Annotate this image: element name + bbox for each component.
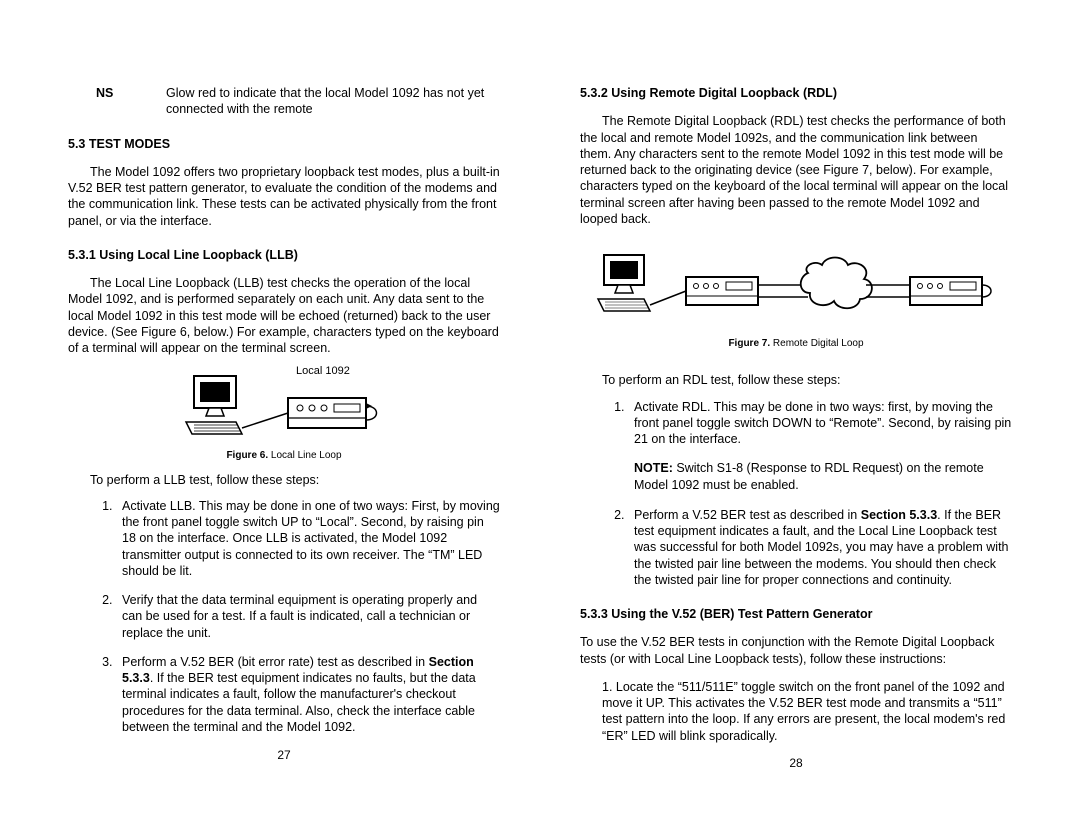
sec-5-3-3-step1: 1. Locate the “511/511E” toggle switch o… <box>602 679 1012 744</box>
figure-7-caption-bold: Figure 7. <box>728 338 770 349</box>
step2-a: Perform a V.52 BER test as described in <box>634 508 861 522</box>
sec-5-3-2-heading: 5.3.2 Using Remote Digital Loopback (RDL… <box>580 85 1012 101</box>
right-page: 5.3.2 Using Remote Digital Loopback (RDL… <box>580 85 1012 771</box>
page-spread: NS Glow red to indicate that the local M… <box>0 0 1080 791</box>
ns-row: NS Glow red to indicate that the local M… <box>68 85 500 118</box>
figure-7-caption-rest: Remote Digital Loop <box>770 338 863 349</box>
sec-5-3-3-para: To use the V.52 BER tests in conjunction… <box>580 634 1012 667</box>
ns-text: Glow red to indicate that the local Mode… <box>166 85 500 118</box>
llb-steps-list: Activate LLB. This may be done in one of… <box>94 498 500 735</box>
llb-steps-intro: To perform a LLB test, follow these step… <box>90 472 500 488</box>
figure-6-caption-rest: Local Line Loop <box>268 450 341 461</box>
figure-6: Local 1092 <box>68 368 500 461</box>
ns-label: NS <box>68 85 166 118</box>
sec-5-3-3-heading: 5.3.3 Using the V.52 (BER) Test Pattern … <box>580 606 1012 622</box>
sec-5-3-para: The Model 1092 offers two proprietary lo… <box>68 164 500 229</box>
sec-5-3-1-heading: 5.3.1 Using Local Line Loopback (LLB) <box>68 247 500 263</box>
list-item: Verify that the data terminal equipment … <box>116 592 500 641</box>
rdl-steps-list: Activate RDL. This may be done in two wa… <box>606 399 1012 448</box>
page-number-right: 28 <box>580 756 1012 772</box>
step2-b: Section 5.3.3 <box>861 508 937 522</box>
figure-6-caption-bold: Figure 6. <box>226 450 268 461</box>
rdl-steps-list-2: Perform a V.52 BER test as described in … <box>606 507 1012 588</box>
rdl-steps-intro: To perform an RDL test, follow these ste… <box>602 372 1012 388</box>
figure-7-caption: Figure 7. Remote Digital Loop <box>580 337 1012 350</box>
sec-5-3-2-para: The Remote Digital Loopback (RDL) test c… <box>580 113 1012 227</box>
note-bold: NOTE: <box>634 461 673 475</box>
sec-5-3-1-para: The Local Line Loopback (LLB) test check… <box>68 275 500 356</box>
step3-c: . If the BER test equipment indicates no… <box>122 671 476 734</box>
page-number-left: 27 <box>68 748 500 764</box>
note-rest: Switch S1-8 (Response to RDL Request) on… <box>634 461 984 491</box>
left-page: NS Glow red to indicate that the local M… <box>68 85 500 771</box>
list-item: Perform a V.52 BER test as described in … <box>628 507 1012 588</box>
list-item: Activate LLB. This may be done in one of… <box>116 498 500 579</box>
sec-5-3-heading: 5.3 TEST MODES <box>68 136 500 152</box>
remote-loop-icon <box>596 249 996 329</box>
figure-7: Figure 7. Remote Digital Loop <box>580 249 1012 350</box>
list-item: Activate RDL. This may be done in two wa… <box>628 399 1012 448</box>
local-loop-icon <box>184 368 384 440</box>
step3-a: Perform a V.52 BER (bit error rate) test… <box>122 655 429 669</box>
list-item: Perform a V.52 BER (bit error rate) test… <box>116 654 500 735</box>
figure-6-label: Local 1092 <box>296 364 350 378</box>
rdl-note: NOTE: Switch S1-8 (Response to RDL Reque… <box>634 460 1012 493</box>
figure-6-caption: Figure 6. Local Line Loop <box>68 449 500 462</box>
